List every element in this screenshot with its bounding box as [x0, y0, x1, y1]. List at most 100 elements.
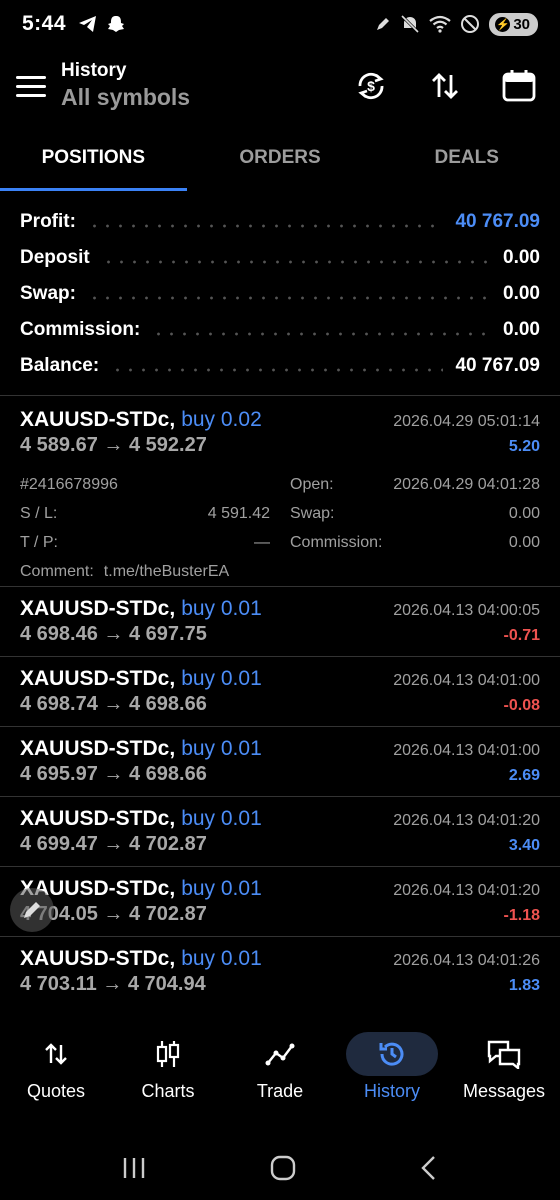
- nav-label: History: [363, 1081, 420, 1101]
- position-profit: 3.40: [508, 837, 540, 854]
- currency-refresh-button[interactable]: $: [350, 65, 392, 107]
- position-prices: 4 589.67 → 4 592.27: [20, 434, 207, 456]
- recent-apps-icon[interactable]: [121, 1156, 147, 1180]
- position-side: buy 0.01: [181, 877, 262, 900]
- currency-refresh-icon: $: [358, 72, 384, 100]
- do-not-disturb-icon: [461, 15, 480, 33]
- tab-orders[interactable]: ORDERS: [187, 124, 374, 191]
- sl-value: 4 591.42: [207, 504, 270, 522]
- position-row[interactable]: XAUUSD-STDc, buy 0.02 2026.04.29 05:01:1…: [0, 408, 560, 586]
- back-icon[interactable]: [419, 1155, 439, 1181]
- position-profit: -0.71: [503, 627, 540, 644]
- pencil-icon: [24, 902, 40, 918]
- swap-detail-label: Swap:: [290, 504, 335, 522]
- calendar-button[interactable]: [498, 65, 540, 107]
- divider: [0, 936, 560, 937]
- deposit-value: 0.00: [503, 247, 540, 268]
- position-symbol: XAUUSD-STDc,: [20, 408, 176, 431]
- trade-icon: [265, 1043, 295, 1066]
- app-header: History All symbols $: [0, 48, 560, 124]
- quotes-icon: [45, 1043, 67, 1065]
- position-close-time: 2026.04.13 04:00:05: [393, 602, 540, 619]
- summary-balance: Balance: 40 767.09: [0, 348, 560, 384]
- history-icon: [379, 1042, 404, 1066]
- position-row[interactable]: XAUUSD-STDc, buy 0.01 2026.04.13 04:01:2…: [0, 807, 560, 859]
- position-profit: -1.18: [503, 907, 540, 924]
- position-row[interactable]: XAUUSD-STDc, buy 0.01 2026.04.13 04:01:2…: [0, 947, 560, 999]
- edit-floating-button[interactable]: [10, 888, 54, 932]
- position-prices: 4 699.47 → 4 702.87: [20, 833, 207, 855]
- sort-button[interactable]: [424, 65, 466, 107]
- summary-swap: Swap: 0.00: [0, 276, 560, 312]
- messages-icon: [487, 1040, 521, 1069]
- mute-icon: [401, 14, 420, 34]
- snapchat-icon: [108, 16, 125, 32]
- commission-label: Commission:: [20, 319, 141, 340]
- position-row[interactable]: XAUUSD-STDc, buy 0.01 2026.04.13 04:01:2…: [0, 877, 560, 929]
- battery-indicator: ⚡ 30: [489, 12, 538, 36]
- position-side: buy 0.01: [181, 947, 262, 970]
- open-label: Open:: [290, 475, 334, 493]
- swap-label: Swap:: [20, 283, 76, 304]
- position-side: buy 0.01: [181, 807, 262, 830]
- battery-level: 30: [513, 15, 530, 33]
- calendar-icon: [502, 70, 536, 102]
- swap-value: 0.00: [503, 283, 540, 304]
- position-close-time: 2026.04.13 04:01:26: [393, 952, 540, 969]
- position-prices: 4 695.97 → 4 698.66: [20, 763, 207, 785]
- position-close-time: 2026.04.13 04:01:00: [393, 742, 540, 759]
- status-bar: 5:44 ⚡ 30: [0, 0, 560, 48]
- position-profit: 2.69: [508, 767, 540, 784]
- bottom-navigation: Quotes Charts Trade History Messages: [0, 1024, 560, 1120]
- nav-trade[interactable]: Trade: [224, 1024, 336, 1120]
- position-side: buy 0.01: [181, 597, 262, 620]
- position-prices: 4 703.11 → 4 704.94: [20, 973, 206, 995]
- tp-value: —: [254, 533, 270, 551]
- title-block[interactable]: History All symbols: [61, 60, 190, 112]
- history-tabs: POSITIONS ORDERS DEALS: [0, 124, 560, 191]
- position-side: buy 0.02: [181, 408, 262, 431]
- summary-deposit: Deposit 0.00: [0, 240, 560, 276]
- position-row[interactable]: XAUUSD-STDc, buy 0.01 2026.04.13 04:00:0…: [0, 597, 560, 649]
- divider: [0, 656, 560, 657]
- wifi-icon: [429, 15, 451, 33]
- position-symbol: XAUUSD-STDc,: [20, 597, 176, 620]
- tab-deals[interactable]: DEALS: [373, 124, 560, 191]
- comment-value: t.me/theBusterEA: [103, 562, 230, 580]
- position-symbol: XAUUSD-STDc,: [20, 947, 176, 970]
- open-time: 2026.04.29 04:01:28: [393, 475, 540, 493]
- divider: [0, 796, 560, 797]
- status-time: 5:44: [22, 12, 67, 35]
- position-row[interactable]: XAUUSD-STDc, buy 0.01 2026.04.13 04:01:0…: [0, 667, 560, 719]
- home-icon[interactable]: [270, 1155, 296, 1181]
- position-side: buy 0.01: [181, 667, 262, 690]
- comment-label: Comment:: [20, 562, 94, 580]
- position-prices: 4 698.74 → 4 698.66: [20, 693, 207, 715]
- nav-quotes[interactable]: Quotes: [0, 1024, 112, 1120]
- svg-text:$: $: [367, 78, 375, 94]
- deposit-label: Deposit: [20, 247, 90, 268]
- commission-detail-value: 0.00: [508, 533, 540, 551]
- divider: [0, 586, 560, 587]
- tab-positions[interactable]: POSITIONS: [0, 124, 187, 191]
- position-close-time: 2026.04.13 04:01:20: [393, 882, 540, 899]
- profit-value: 40 767.09: [455, 211, 540, 232]
- position-close-time: 2026.04.13 04:01:00: [393, 672, 540, 689]
- position-side: buy 0.01: [181, 737, 262, 760]
- sl-label: S / L:: [20, 504, 58, 522]
- nav-messages[interactable]: Messages: [448, 1024, 560, 1120]
- menu-button[interactable]: [16, 75, 46, 97]
- pen-icon: [377, 18, 390, 30]
- position-symbol: XAUUSD-STDc,: [20, 737, 176, 760]
- sort-icon: [432, 73, 458, 99]
- nav-label: Messages: [462, 1081, 546, 1101]
- position-profit: 5.20: [508, 438, 540, 455]
- position-symbol: XAUUSD-STDc,: [20, 807, 176, 830]
- page-title: History: [61, 60, 127, 81]
- nav-label: Charts: [141, 1081, 195, 1101]
- position-row[interactable]: XAUUSD-STDc, buy 0.01 2026.04.13 04:01:0…: [0, 737, 560, 789]
- position-details: #2416678996 Open: 2026.04.29 04:01:28 S …: [20, 470, 540, 586]
- nav-label: Quotes: [26, 1081, 86, 1101]
- nav-charts[interactable]: Charts: [112, 1024, 224, 1120]
- nav-history[interactable]: History: [336, 1024, 448, 1120]
